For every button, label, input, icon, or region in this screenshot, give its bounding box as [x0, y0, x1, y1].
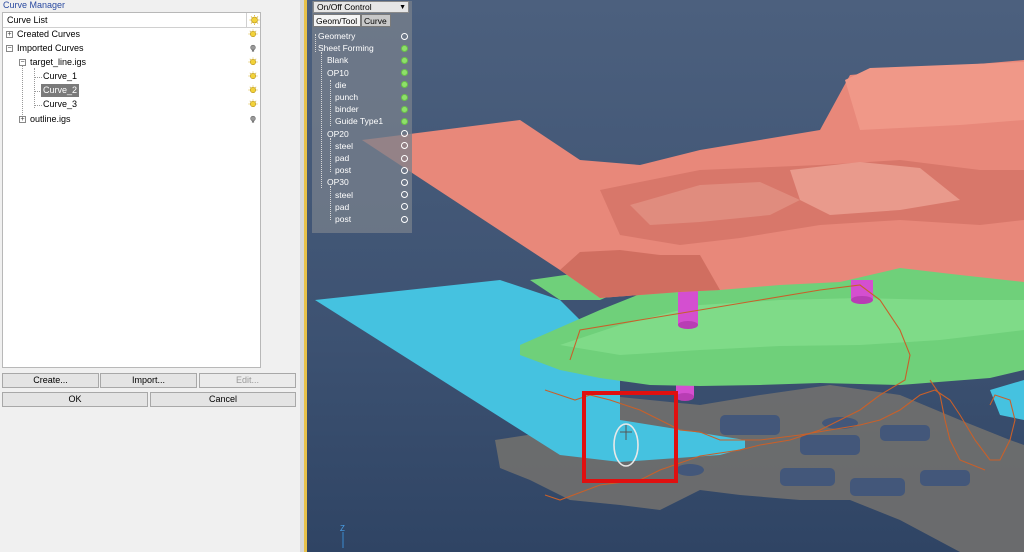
- onoff-item[interactable]: pad: [335, 152, 349, 164]
- 3d-scene: [315, 60, 1024, 552]
- tree-line: [321, 52, 322, 188]
- tree-item-label: Curve_3: [43, 99, 78, 109]
- onoff-item[interactable]: Guide Type1: [335, 115, 383, 127]
- visibility-off-icon[interactable]: [401, 166, 408, 174]
- tree-item-curve-1[interactable]: Curve_1: [3, 70, 260, 83]
- onoff-item[interactable]: Sheet Forming: [318, 42, 374, 54]
- chevron-down-icon: ▼: [399, 4, 406, 11]
- onoff-item[interactable]: post: [335, 164, 351, 176]
- onoff-control-dropdown[interactable]: On/Off Control ▼: [313, 1, 409, 13]
- lightbulb-on-icon[interactable]: [248, 29, 258, 39]
- onoff-item[interactable]: punch: [335, 91, 358, 103]
- onoff-item[interactable]: OP10: [327, 67, 349, 79]
- tree-item-curve-3[interactable]: Curve_3: [3, 98, 260, 111]
- onoff-item-label: OP10: [327, 67, 349, 78]
- expand-icon[interactable]: +: [19, 116, 26, 123]
- visibility-off-icon[interactable]: [401, 154, 408, 162]
- onoff-item[interactable]: OP20: [327, 128, 349, 140]
- visibility-off-icon[interactable]: [401, 215, 408, 223]
- tree-item-label: Created Curves: [17, 29, 81, 39]
- tree-line: [315, 34, 316, 52]
- onoff-item[interactable]: pad: [335, 201, 349, 213]
- panel-title: Curve Manager: [3, 0, 66, 10]
- tree-line: [330, 80, 331, 126]
- onoff-item[interactable]: post: [335, 213, 351, 225]
- tree-item-label: Imported Curves: [17, 43, 84, 53]
- onoff-item[interactable]: steel: [335, 189, 353, 201]
- onoff-item[interactable]: binder: [335, 103, 359, 115]
- 3d-viewport[interactable]: Z: [307, 0, 1024, 552]
- tree-item-label: target_line.igs: [30, 57, 87, 67]
- visibility-on-icon[interactable]: [401, 117, 408, 125]
- curve-manager-panel: Curve Manager Curve List + Created Curve…: [0, 0, 301, 552]
- lightbulb-off-icon[interactable]: [248, 43, 258, 53]
- onoff-item-label: punch: [335, 92, 359, 102]
- tree-item-label-selected: Curve_2: [41, 84, 80, 97]
- collapse-icon[interactable]: −: [6, 45, 13, 52]
- onoff-item-label: Blank: [327, 55, 349, 66]
- onoff-item-label: die: [335, 79, 347, 90]
- onoff-item-label: steel: [335, 189, 353, 200]
- z-axis-label: Z: [340, 524, 345, 533]
- tree-item-outline[interactable]: + outline.igs: [3, 113, 260, 126]
- create-button[interactable]: Create...: [2, 373, 99, 388]
- cancel-button[interactable]: Cancel: [150, 392, 296, 407]
- onoff-item-label: Sheet Forming: [318, 43, 374, 54]
- tab-curve[interactable]: Curve: [361, 14, 391, 27]
- import-button[interactable]: Import...: [100, 373, 197, 388]
- lightbulb-header-icon: [249, 15, 260, 25]
- lightbulb-on-icon[interactable]: [248, 85, 258, 95]
- onoff-item-label: pad: [335, 153, 350, 163]
- tree-item-target-line[interactable]: − target_line.igs: [3, 56, 260, 69]
- tree-item-curve-2[interactable]: Curve_2: [3, 84, 260, 97]
- curve-list-header-label: Curve List: [7, 15, 48, 25]
- onoff-item[interactable]: Geometry: [318, 30, 355, 42]
- onoff-item-label: post: [335, 165, 352, 176]
- onoff-item-label: Guide Type1: [335, 116, 384, 127]
- lightbulb-on-icon[interactable]: [248, 71, 258, 81]
- curve-list-header: Curve List: [3, 13, 260, 28]
- expand-icon[interactable]: +: [6, 31, 13, 38]
- onoff-item-label: binder: [335, 104, 359, 115]
- edit-button[interactable]: Edit...: [199, 373, 296, 388]
- onoff-item-label: steel: [335, 140, 353, 151]
- onoff-item-label: pad: [335, 201, 350, 212]
- visibility-off-icon[interactable]: [401, 178, 408, 186]
- visibility-on-icon[interactable]: [401, 44, 408, 52]
- column-divider: [246, 13, 247, 27]
- onoff-item[interactable]: die: [335, 79, 346, 91]
- onoff-item-label: OP20: [327, 128, 349, 139]
- ok-button[interactable]: OK: [2, 392, 148, 407]
- onoff-item-label: post: [335, 214, 352, 224]
- visibility-on-icon[interactable]: [401, 93, 408, 101]
- visibility-off-icon[interactable]: [401, 32, 408, 40]
- curve-list[interactable]: Curve List + Created Curves − Imported C…: [2, 12, 261, 368]
- tree-line: [330, 186, 331, 220]
- tree-line: [330, 138, 331, 172]
- onoff-item[interactable]: Blank: [327, 54, 348, 66]
- lightbulb-on-icon[interactable]: [248, 99, 258, 109]
- onoff-item[interactable]: steel: [335, 140, 353, 152]
- onoff-item-label: Geometry: [318, 31, 356, 41]
- tree-item-label: Curve_1: [43, 71, 78, 81]
- tab-geom-tool[interactable]: Geom/Tool: [313, 14, 361, 27]
- onoff-item[interactable]: OP30: [327, 176, 349, 188]
- visibility-on-icon[interactable]: [401, 56, 408, 64]
- punch-post: [678, 290, 698, 325]
- dropdown-value: On/Off Control: [317, 2, 372, 12]
- visibility-on-icon[interactable]: [401, 105, 408, 113]
- tree-item-created-curves[interactable]: + Created Curves: [3, 28, 260, 41]
- tree-item-imported-curves[interactable]: − Imported Curves: [3, 42, 260, 55]
- collapse-icon[interactable]: −: [19, 59, 26, 66]
- onoff-item-label: OP30: [327, 177, 349, 188]
- lightbulb-off-icon[interactable]: [248, 114, 258, 124]
- lightbulb-on-icon[interactable]: [248, 57, 258, 67]
- tree-item-label: outline.igs: [30, 114, 71, 124]
